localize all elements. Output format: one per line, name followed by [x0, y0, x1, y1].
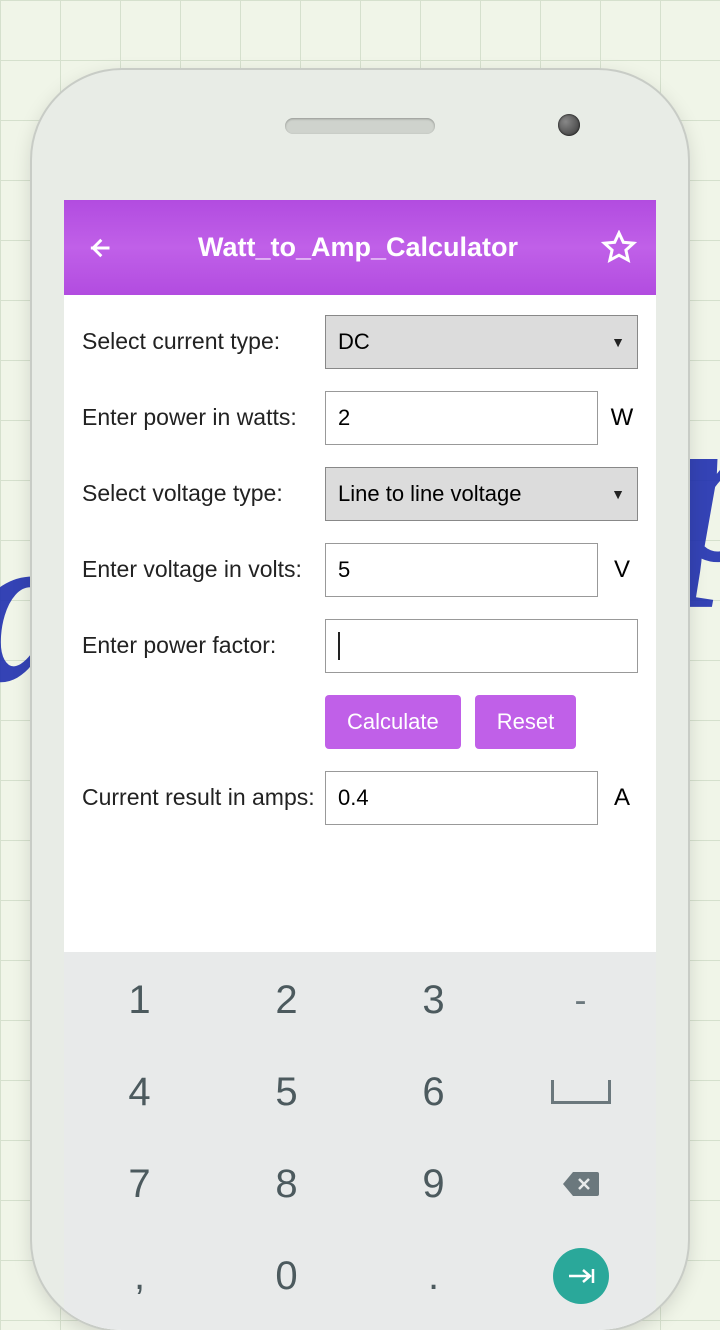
reset-button[interactable]: Reset — [475, 695, 576, 749]
power-input[interactable]: 2 — [325, 391, 598, 445]
numeric-keypad: 1 2 3 - 4 5 6 7 8 9 , 0 . — [64, 952, 656, 1330]
voltage-input[interactable]: 5 — [325, 543, 598, 597]
key-space[interactable] — [509, 1048, 652, 1136]
phone-camera — [558, 114, 580, 136]
app-bar: Watt_to_Amp_Calculator — [64, 200, 656, 295]
key-minus[interactable]: - — [509, 956, 652, 1044]
key-0[interactable]: 0 — [215, 1232, 358, 1320]
key-comma[interactable]: , — [68, 1232, 211, 1320]
space-icon — [551, 1080, 611, 1104]
result-unit: A — [606, 784, 638, 812]
result-output: 0.4 — [325, 771, 598, 825]
key-backspace[interactable] — [509, 1140, 652, 1228]
key-6[interactable]: 6 — [362, 1048, 505, 1136]
phone-frame: Watt_to_Amp_Calculator Select current ty… — [32, 70, 688, 1330]
key-enter[interactable] — [509, 1232, 652, 1320]
power-unit: W — [606, 404, 638, 432]
power-label: Enter power in watts: — [82, 404, 317, 432]
key-dot[interactable]: . — [362, 1232, 505, 1320]
calculate-button[interactable]: Calculate — [325, 695, 461, 749]
key-7[interactable]: 7 — [68, 1140, 211, 1228]
back-button[interactable] — [82, 231, 116, 265]
app-screen: Watt_to_Amp_Calculator Select current ty… — [64, 200, 656, 1330]
enter-circle — [553, 1248, 609, 1304]
key-8[interactable]: 8 — [215, 1140, 358, 1228]
favorite-button[interactable] — [600, 229, 638, 267]
result-label: Current result in amps: — [82, 784, 317, 812]
voltage-label: Enter voltage in volts: — [82, 556, 317, 584]
key-2[interactable]: 2 — [215, 956, 358, 1044]
current-type-select[interactable]: DC — [325, 315, 638, 369]
voltage-unit: V — [606, 556, 638, 584]
back-arrow-icon — [85, 234, 113, 262]
enter-arrow-icon — [566, 1265, 596, 1287]
key-9[interactable]: 9 — [362, 1140, 505, 1228]
backspace-icon — [561, 1169, 601, 1199]
phone-speaker — [285, 118, 435, 134]
star-icon — [601, 230, 637, 266]
key-4[interactable]: 4 — [68, 1048, 211, 1136]
voltage-type-label: Select voltage type: — [82, 480, 317, 508]
calculator-form: Select current type: DC Enter power in w… — [64, 295, 656, 857]
key-3[interactable]: 3 — [362, 956, 505, 1044]
current-type-label: Select current type: — [82, 328, 317, 356]
key-5[interactable]: 5 — [215, 1048, 358, 1136]
key-1[interactable]: 1 — [68, 956, 211, 1044]
voltage-type-select[interactable]: Line to line voltage — [325, 467, 638, 521]
power-factor-label: Enter power factor: — [82, 632, 317, 660]
page-title: Watt_to_Amp_Calculator — [116, 232, 600, 263]
power-factor-input[interactable] — [325, 619, 638, 673]
